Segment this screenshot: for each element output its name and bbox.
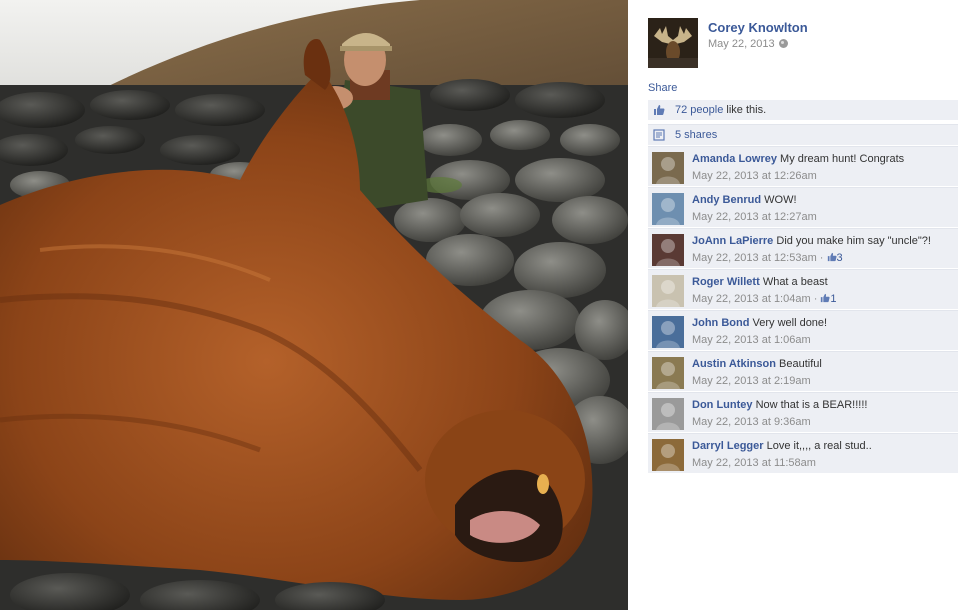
comment-line: Amanda Lowrey My dream hunt! Congrats [692,153,954,165]
post-details-panel: Corey Knowlton May 22, 2013 Share 72 peo… [648,0,958,610]
comment-item: Andy Benrud WOW! May 22, 2013 at 12:27am [648,187,958,227]
comment-line: JoAnn LaPierre Did you make him say "unc… [692,235,954,247]
owner-avatar[interactable] [648,18,698,68]
owner-name[interactable]: Corey Knowlton [708,20,808,35]
person-avatar-icon [656,280,680,307]
comment-line: Andy Benrud WOW! [692,194,954,206]
comment-item: Amanda Lowrey My dream hunt! Congrats May… [648,146,958,186]
comment-meta: May 22, 2013 at 12:53am · 3 [692,252,843,264]
comment-meta: May 22, 2013 at 12:27am [692,211,817,223]
meta-separator: · [816,252,827,264]
comment-author[interactable]: Austin Atkinson [692,358,776,370]
comment-text: Did you make him say "uncle"?! [776,235,931,247]
thumbs-up-icon [827,252,837,262]
comment-item: Darryl Legger Love it,,,, a real stud.. M… [648,433,958,473]
comment-author[interactable]: JoAnn LaPierre [692,235,773,247]
person-avatar-icon [656,198,680,225]
post-photo[interactable] [0,0,628,610]
commenter-avatar[interactable] [652,234,684,266]
comment-line: Darryl Legger Love it,,,, a real stud.. [692,440,954,452]
comment-text: My dream hunt! Congrats [780,153,905,165]
person-avatar-icon [656,403,680,430]
comment-author[interactable]: John Bond [692,317,749,329]
comment-author[interactable]: Andy Benrud [692,194,761,206]
comment-like-count[interactable]: 3 [827,252,843,264]
like-count-number: 1 [830,293,837,305]
commenter-avatar[interactable] [652,316,684,348]
person-avatar-icon [656,157,680,184]
comment-item: JoAnn LaPierre Did you make him say "unc… [648,228,958,268]
comments-list: Amanda Lowrey My dream hunt! Congrats May… [648,146,958,474]
comment-timestamp[interactable]: May 22, 2013 at 12:53am [692,252,817,264]
post-date[interactable]: May 22, 2013 [708,38,775,50]
commenter-avatar[interactable] [652,357,684,389]
comment-timestamp[interactable]: May 22, 2013 at 12:27am [692,211,817,223]
comment-text: Very well done! [752,317,828,329]
likes-text: 72 people like this. [675,100,766,120]
comment-timestamp[interactable]: May 22, 2013 at 11:58am [692,457,816,469]
likes-link[interactable]: 72 people [675,104,723,116]
comment-meta: May 22, 2013 at 1:04am · 1 [692,293,837,305]
comment-item: John Bond Very well done! May 22, 2013 at… [648,310,958,350]
commenter-avatar[interactable] [652,152,684,184]
comment-meta: May 22, 2013 at 12:26am [692,170,817,182]
shares-icon [653,129,665,141]
comment-text: Beautiful [779,358,822,370]
bear-hunt-photo [0,0,628,610]
comment-text: Now that is a BEAR!!!!! [755,399,868,411]
comment-meta: May 22, 2013 at 2:19am [692,375,811,387]
person-avatar-icon [656,444,680,471]
comment-meta: May 22, 2013 at 11:58am [692,457,816,469]
commenter-avatar[interactable] [652,439,684,471]
likes-suffix: like this. [723,104,767,116]
likes-summary: 72 people like this. [648,100,958,120]
comment-timestamp[interactable]: May 22, 2013 at 9:36am [692,416,811,428]
comment-timestamp[interactable]: May 22, 2013 at 1:06am [692,334,811,346]
meta-separator: · [810,293,821,305]
commenter-avatar[interactable] [652,275,684,307]
thumbs-up-icon [654,105,665,115]
thumbs-up-icon [821,293,830,303]
shares-link[interactable]: 5 shares [675,125,717,145]
commenter-avatar[interactable] [652,193,684,225]
comment-author[interactable]: Darryl Legger [692,440,764,452]
commenter-avatar[interactable] [652,398,684,430]
comment-item: Roger Willett What a beast May 22, 2013 a… [648,269,958,309]
comment-meta: May 22, 2013 at 1:06am [692,334,811,346]
comment-text: What a beast [762,276,828,288]
comment-line: John Bond Very well done! [692,317,954,329]
shares-summary: 5 shares [648,124,958,145]
comment-meta: May 22, 2013 at 9:36am [692,416,811,428]
comment-line: Don Luntey Now that is a BEAR!!!!! [692,399,954,411]
comment-item: Don Luntey Now that is a BEAR!!!!! May 22… [648,392,958,432]
post-date-row: May 22, 2013 [708,38,788,50]
comment-timestamp[interactable]: May 22, 2013 at 2:19am [692,375,811,387]
comment-line: Austin Atkinson Beautiful [692,358,954,370]
post-owner-header: Corey Knowlton May 22, 2013 [648,18,958,70]
comment-author[interactable]: Roger Willett [692,276,760,288]
person-avatar-icon [656,239,680,266]
like-count-number: 3 [836,252,843,264]
share-button[interactable]: Share [648,82,677,94]
globe-icon [778,39,788,48]
comment-like-count[interactable]: 1 [820,293,837,305]
moose-avatar-icon [648,18,698,68]
comment-line: Roger Willett What a beast [692,276,954,288]
comment-text: Love it,,,, a real stud.. [766,440,872,452]
person-avatar-icon [656,362,680,389]
person-avatar-icon [656,321,680,348]
comment-author[interactable]: Don Luntey [692,399,753,411]
comment-author[interactable]: Amanda Lowrey [692,153,777,165]
comment-item: Austin Atkinson Beautiful May 22, 2013 at… [648,351,958,391]
comment-text: WOW! [764,194,797,206]
comment-timestamp[interactable]: May 22, 2013 at 1:04am [692,293,811,305]
comment-timestamp[interactable]: May 22, 2013 at 12:26am [692,170,817,182]
